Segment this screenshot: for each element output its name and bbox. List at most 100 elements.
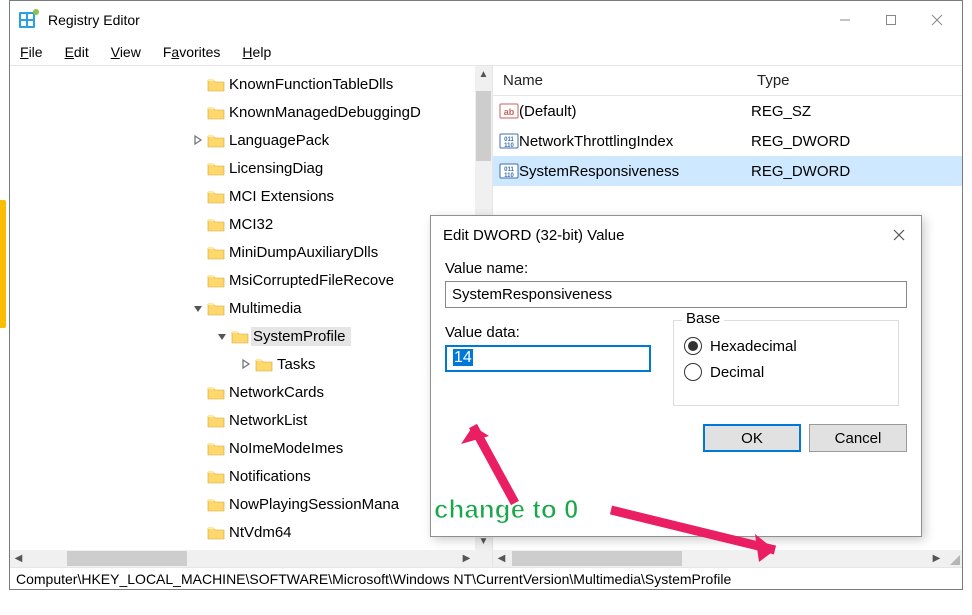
value-data-input[interactable]: 14 <box>445 345 651 372</box>
ok-button[interactable]: OK <box>703 424 801 452</box>
cancel-button[interactable]: Cancel <box>809 424 907 452</box>
tree-item-label: LicensingDiag <box>227 159 328 178</box>
folder-icon <box>205 105 227 120</box>
resize-grip-icon[interactable] <box>945 550 962 567</box>
tree-item-label: MCI Extensions <box>227 187 339 206</box>
dialog-titlebar[interactable]: Edit DWORD (32-bit) Value <box>431 216 921 254</box>
folder-icon <box>205 469 227 484</box>
background-overlay <box>0 200 6 328</box>
tree-item[interactable]: MiniDumpAuxiliaryDlls <box>10 238 492 266</box>
value-name-input[interactable] <box>445 281 907 308</box>
menu-help[interactable]: Help <box>240 42 273 62</box>
menu-edit[interactable]: Edit <box>63 42 91 62</box>
tree-item-label: NetworkCards <box>227 383 329 402</box>
reg-string-icon: ab <box>493 102 519 120</box>
app-icon <box>18 9 40 31</box>
menu-favorites[interactable]: Favorites <box>161 42 223 62</box>
radio-icon <box>684 363 702 381</box>
tree-item-label: Multimedia <box>227 299 307 318</box>
menubar: File Edit View Favorites Help <box>10 39 962 65</box>
edit-dword-dialog: Edit DWORD (32-bit) Value Value name: Va… <box>430 215 922 537</box>
value-data-label: Value data: <box>445 324 651 341</box>
value-type: REG_DWORD <box>751 133 850 150</box>
tree-item[interactable]: NetworkCards <box>10 378 492 406</box>
folder-icon <box>205 385 227 400</box>
value-name: SystemResponsiveness <box>519 163 751 180</box>
tree-item-label: Notifications <box>227 467 316 486</box>
list-horizontal-scrollbar[interactable]: ◀ ▶ <box>493 550 945 567</box>
list-row[interactable]: 011110SystemResponsivenessREG_DWORD <box>493 156 962 186</box>
tree-item[interactable]: MsiCorruptedFileRecove <box>10 266 492 294</box>
svg-text:110: 110 <box>504 143 514 149</box>
tree-item-label: NtVdm64 <box>227 523 297 542</box>
close-button[interactable] <box>914 4 960 36</box>
tree-item[interactable]: MCI Extensions <box>10 182 492 210</box>
tree-item[interactable]: Tasks <box>10 350 492 378</box>
tree-item[interactable]: KnownFunctionTableDlls <box>10 70 492 98</box>
tree-item-label: KnownManagedDebuggingD <box>227 103 426 122</box>
tree-item[interactable]: LanguagePack <box>10 126 492 154</box>
status-path: Computer\HKEY_LOCAL_MACHINE\SOFTWARE\Mic… <box>16 571 731 587</box>
folder-icon <box>205 133 227 148</box>
folder-icon <box>205 217 227 232</box>
tree-item[interactable]: NowPlayingSessionMana <box>10 490 492 518</box>
registry-tree[interactable]: KnownFunctionTableDlls KnownManagedDebugg… <box>10 66 492 567</box>
folder-icon <box>229 329 251 344</box>
list-row[interactable]: ab(Default)REG_SZ <box>493 96 962 126</box>
column-header-type[interactable]: Type <box>751 72 790 89</box>
scroll-right-icon[interactable]: ▶ <box>928 550 945 567</box>
folder-icon <box>205 273 227 288</box>
folder-icon <box>205 301 227 316</box>
value-name: (Default) <box>519 103 751 120</box>
tree-item-label: Tasks <box>275 355 320 374</box>
tree-item[interactable]: SystemProfile <box>10 322 492 350</box>
folder-icon <box>205 413 227 428</box>
tree-horizontal-scrollbar[interactable]: ◀ ▶ <box>10 550 475 567</box>
annotation-text: change to 0 <box>434 494 578 525</box>
scroll-left-icon[interactable]: ◀ <box>10 550 27 567</box>
folder-icon <box>205 189 227 204</box>
base-fieldset: Base Hexadecimal Decimal <box>673 320 899 406</box>
tree-item[interactable]: Multimedia <box>10 294 492 322</box>
value-name: NetworkThrottlingIndex <box>519 133 751 150</box>
tree-item[interactable]: NetworkList <box>10 406 492 434</box>
list-row[interactable]: 011110NetworkThrottlingIndexREG_DWORD <box>493 126 962 156</box>
column-header-name[interactable]: Name <box>493 72 751 89</box>
tree-item[interactable]: Notifications <box>10 462 492 490</box>
tree-item[interactable]: MCI32 <box>10 210 492 238</box>
scroll-up-icon[interactable]: ▲ <box>475 66 492 83</box>
scroll-left-icon[interactable]: ◀ <box>493 550 510 567</box>
chevron-down-icon[interactable] <box>191 303 205 313</box>
tree-item[interactable]: NoImeModeImes <box>10 434 492 462</box>
chevron-right-icon[interactable] <box>191 135 205 145</box>
value-type: REG_SZ <box>751 103 811 120</box>
base-legend: Base <box>682 310 724 327</box>
maximize-button[interactable] <box>868 4 914 36</box>
tree-item[interactable]: LicensingDiag <box>10 154 492 182</box>
radio-decimal[interactable]: Decimal <box>684 363 888 381</box>
scroll-thumb[interactable] <box>476 91 491 161</box>
menu-view[interactable]: View <box>109 42 143 62</box>
menu-file[interactable]: File <box>18 42 45 62</box>
scroll-thumb[interactable] <box>512 551 682 566</box>
scroll-right-icon[interactable]: ▶ <box>458 550 475 567</box>
tree-item-label: LanguagePack <box>227 131 334 150</box>
list-header[interactable]: Name Type <box>493 66 962 96</box>
scroll-thumb[interactable] <box>67 551 187 566</box>
folder-icon <box>205 525 227 540</box>
svg-text:110: 110 <box>504 173 514 179</box>
dialog-close-button[interactable] <box>889 225 909 245</box>
tree-item-label: MCI32 <box>227 215 278 234</box>
minimize-button[interactable] <box>822 4 868 36</box>
dialog-title: Edit DWORD (32-bit) Value <box>443 227 624 244</box>
status-bar: Computer\HKEY_LOCAL_MACHINE\SOFTWARE\Mic… <box>10 567 962 589</box>
radio-hexadecimal[interactable]: Hexadecimal <box>684 337 888 355</box>
tree-item[interactable]: KnownManagedDebuggingD <box>10 98 492 126</box>
value-type: REG_DWORD <box>751 163 850 180</box>
tree-item[interactable]: NtVdm64 <box>10 518 492 546</box>
folder-icon <box>205 441 227 456</box>
chevron-down-icon[interactable] <box>215 331 229 341</box>
titlebar[interactable]: Registry Editor <box>10 1 962 39</box>
radio-icon-checked <box>684 337 702 355</box>
chevron-right-icon[interactable] <box>239 359 253 369</box>
